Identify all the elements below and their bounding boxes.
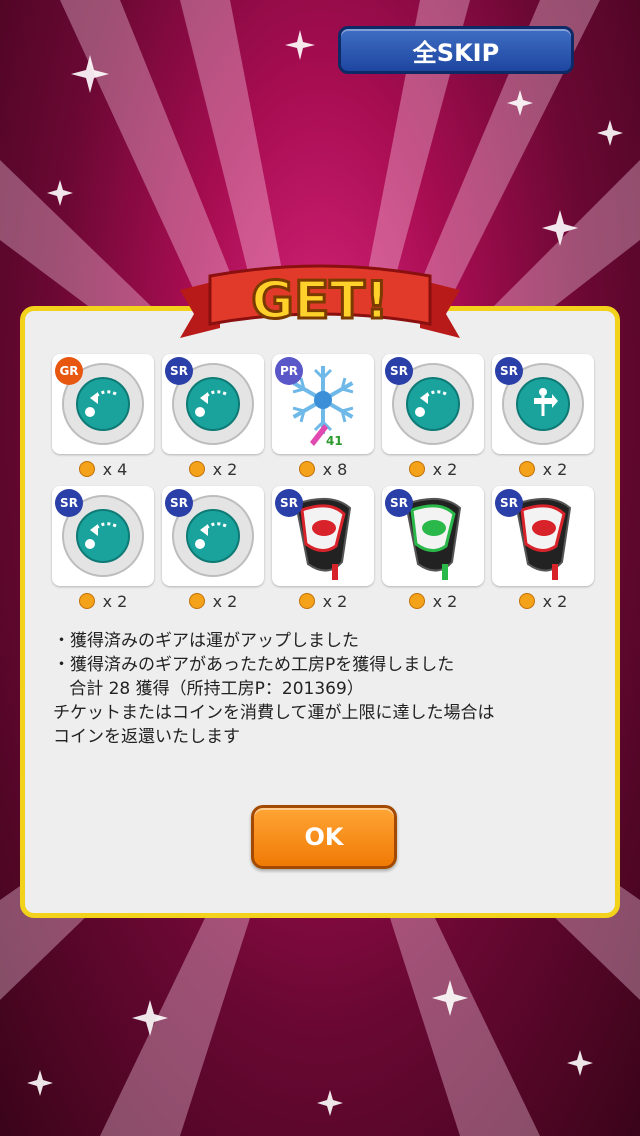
rarity-badge: SR <box>275 489 303 517</box>
reward-item[interactable]: GR <box>52 354 154 454</box>
rarity-badge: PR <box>275 357 303 385</box>
rarity-badge: GR <box>55 357 83 385</box>
ok-button[interactable]: OK <box>251 805 397 869</box>
coin-icon <box>408 593 425 609</box>
reward-count: x 2 <box>162 590 264 612</box>
reward-message: ・獲得済みのギアは運がアップしました ・獲得済みのギアがあったため工房Pを獲得し… <box>53 629 613 749</box>
reward-count-value: x 2 <box>212 459 238 479</box>
get-banner: GET! <box>180 264 460 338</box>
reward-count-value: x 2 <box>322 591 348 611</box>
message-line: 合計 28 獲得（所持工房P：201369） <box>53 679 364 699</box>
rarity-badge: SR <box>165 489 193 517</box>
banner-title: GET! <box>251 271 388 331</box>
reward-item[interactable]: SR <box>492 354 594 454</box>
reward-item[interactable]: SR <box>162 354 264 454</box>
reward-count: x 2 <box>492 458 594 480</box>
reward-count: x 2 <box>382 590 484 612</box>
message-line: ・獲得済みのギアは運がアップしました <box>53 631 359 651</box>
reward-item[interactable]: SR <box>382 354 484 454</box>
coin-icon <box>188 593 205 609</box>
reward-count-value: x 2 <box>542 459 568 479</box>
item-level-badge: 41 <box>326 434 343 448</box>
reward-item[interactable]: SR <box>382 486 484 586</box>
reward-item[interactable]: SR <box>492 486 594 586</box>
message-line: コインを返還いたします <box>53 727 240 747</box>
message-line: チケットまたはコインを消費して運が上限に達した場合は <box>53 703 495 723</box>
reward-count-value: x 4 <box>102 459 128 479</box>
coin-icon <box>518 461 535 477</box>
reward-count-value: x 8 <box>322 459 348 479</box>
message-line: ・獲得済みのギアがあったため工房Pを獲得しました <box>53 655 455 675</box>
reward-count-value: x 2 <box>102 591 128 611</box>
coin-icon <box>78 593 95 609</box>
rarity-badge: SR <box>385 357 413 385</box>
coin-icon <box>188 461 205 477</box>
reward-count: x 2 <box>52 590 154 612</box>
reward-count: x 2 <box>492 590 594 612</box>
skip-all-button[interactable]: 全SKIP <box>338 26 574 74</box>
coin-icon <box>298 593 315 609</box>
reward-count: x 2 <box>162 458 264 480</box>
reward-count: x 4 <box>52 458 154 480</box>
reward-count-value: x 2 <box>212 591 238 611</box>
reward-panel: GR x 4 SR x 2 PR 41 x 8 SR x 2 SR x 2 SR x 2 SR x 2 SR x… <box>20 306 620 918</box>
coin-icon <box>408 461 425 477</box>
rarity-badge: SR <box>165 357 193 385</box>
reward-item[interactable]: SR <box>162 486 264 586</box>
reward-count-value: x 2 <box>432 591 458 611</box>
coin-icon <box>518 593 535 609</box>
reward-count-value: x 2 <box>432 459 458 479</box>
rarity-badge: SR <box>55 489 83 517</box>
reward-count: x 2 <box>382 458 484 480</box>
reward-count: x 8 <box>272 458 374 480</box>
reward-item[interactable]: PR 41 <box>272 354 374 454</box>
reward-count: x 2 <box>272 590 374 612</box>
rarity-badge: SR <box>495 489 523 517</box>
coin-icon <box>298 461 315 477</box>
rarity-badge: SR <box>385 489 413 517</box>
reward-item[interactable]: SR <box>52 486 154 586</box>
coin-icon <box>78 461 95 477</box>
rarity-badge: SR <box>495 357 523 385</box>
reward-count-value: x 2 <box>542 591 568 611</box>
reward-item[interactable]: SR <box>272 486 374 586</box>
